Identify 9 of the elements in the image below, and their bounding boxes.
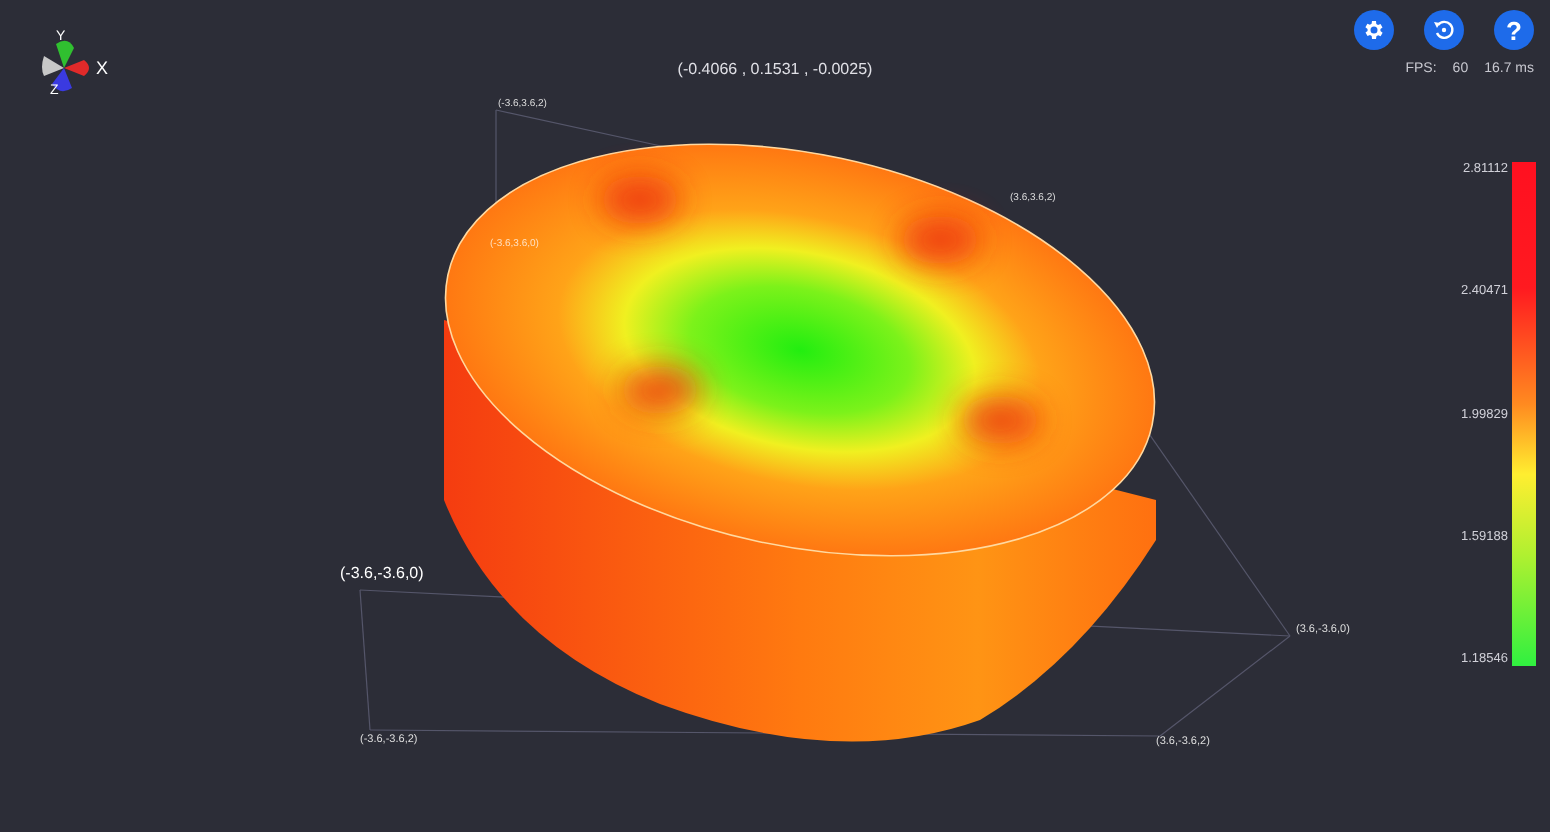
cursor-coordinates: (-0.4066 , 0.1531 , -0.0025)	[677, 60, 873, 78]
help-button[interactable]: ?	[1494, 10, 1534, 50]
corner-coordinate: (-3.6,-3.6,0)	[340, 564, 424, 582]
reset-icon	[1432, 18, 1456, 42]
reset-view-button[interactable]	[1424, 10, 1464, 50]
settings-icon	[1362, 18, 1386, 42]
settings-button[interactable]	[1354, 10, 1394, 50]
axis-letter: X	[96, 58, 109, 78]
axis-gizmo-icon[interactable]	[42, 40, 89, 92]
